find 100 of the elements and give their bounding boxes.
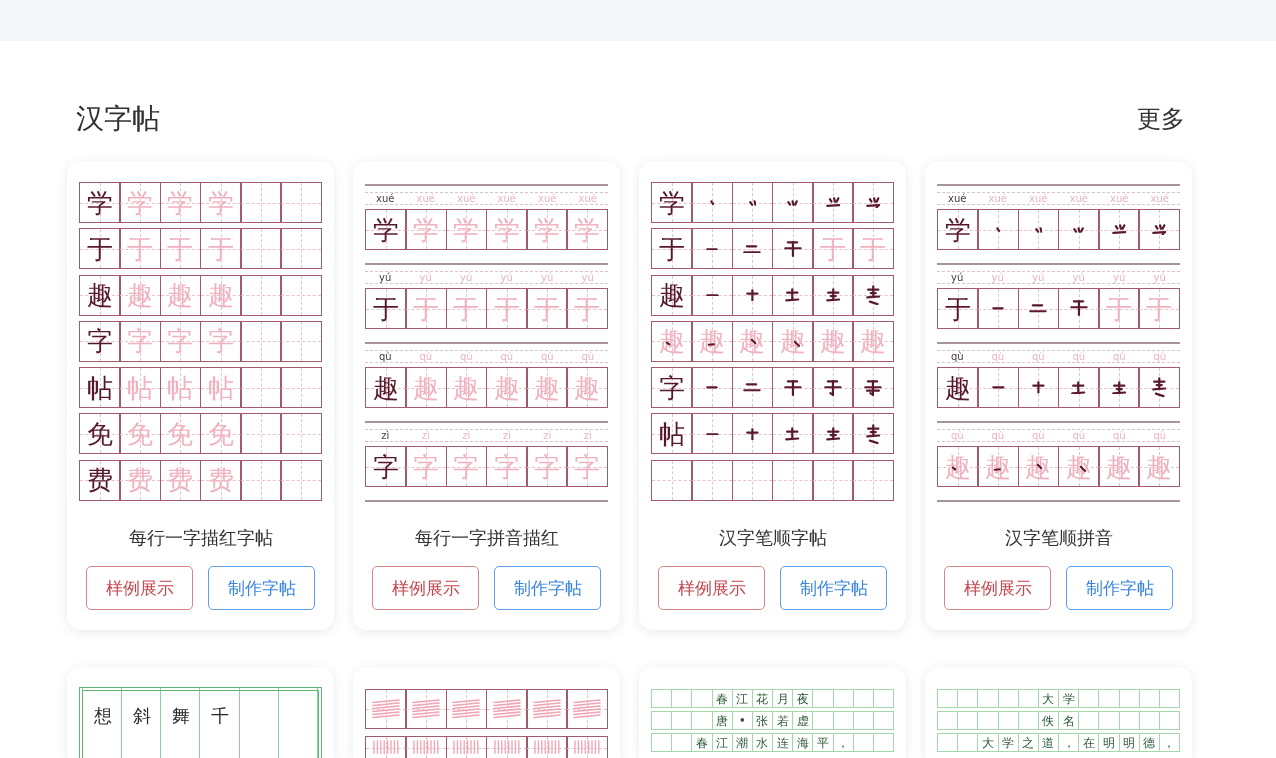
poem-character: 潮 [736, 735, 749, 750]
practice-box [280, 413, 322, 455]
brush-strokes-icon [1073, 226, 1085, 233]
trace-pinyin-text: zì [420, 429, 431, 442]
poem-character: 张 [756, 713, 769, 728]
brush-strokes-icon [825, 427, 841, 441]
model-character: 字 [372, 451, 399, 482]
trace-pinyin-text: qù [1071, 429, 1087, 442]
model-character: 学 [86, 187, 113, 218]
practice-box [977, 689, 999, 708]
trace-character: 字 [167, 326, 194, 357]
practice-box [280, 182, 322, 223]
model-character: 趣 [372, 372, 399, 403]
make-copybook-button[interactable]: 制作字帖 [208, 566, 315, 610]
brush-strokes-icon [745, 427, 759, 441]
model-character: 学 [944, 214, 971, 245]
model-character: 趣 [86, 280, 113, 311]
poem-character: 在 [1082, 735, 1095, 750]
poem-character: ， [837, 735, 850, 750]
brush-strokes-icon [709, 199, 715, 206]
vertical-strokes-icon [372, 740, 399, 754]
section-title: 汉字帖 [76, 100, 160, 137]
pinyin-text: xué [947, 192, 968, 205]
trace-character: 学 [453, 214, 480, 245]
trace-character: 于 [207, 233, 234, 264]
trace-character: 趣 [413, 372, 440, 403]
trace-character-with-inked-stroke: 趣 [1025, 451, 1052, 482]
practice-box [812, 459, 854, 501]
practice-box [731, 459, 774, 501]
practice-box [872, 689, 894, 708]
poem-character: 明 [1102, 735, 1115, 750]
practice-box [1158, 689, 1180, 708]
make-copybook-button[interactable]: 制作字帖 [494, 566, 601, 610]
brush-strokes-icon [1069, 300, 1088, 317]
trace-pinyin-text: qù [949, 429, 965, 442]
practice-box [997, 689, 1019, 708]
horizontal-strokes-icon [452, 699, 481, 719]
practice-box [1138, 711, 1160, 730]
practice-box [977, 711, 999, 730]
sample-preview-button[interactable]: 样例展示 [944, 566, 1051, 610]
sample-preview-button[interactable]: 样例展示 [658, 566, 765, 610]
brush-strokes-icon [785, 427, 800, 441]
trace-pinyin-text: yú [499, 271, 514, 284]
trace-character: 免 [207, 419, 234, 449]
trace-character: 趣 [127, 280, 154, 311]
poem-character: 学 [1002, 735, 1015, 750]
trace-character: 于 [860, 233, 887, 264]
trace-pinyin-text: yú [459, 271, 474, 284]
horizontal-strokes-icon [532, 699, 561, 719]
model-character: 趣 [944, 372, 971, 403]
poem-character: 连 [776, 735, 789, 750]
model-character: 于 [658, 233, 685, 264]
poem-character: • [738, 713, 746, 728]
practice-box [852, 689, 874, 708]
poem-character: ， [1062, 735, 1075, 750]
practice-box [280, 228, 322, 270]
character: 想 [93, 705, 112, 727]
trace-character: 字 [533, 451, 560, 482]
trace-character-with-inked-stroke: 趣 [779, 326, 806, 357]
practice-box [651, 459, 693, 501]
brush-strokes-icon [825, 197, 841, 208]
trace-pinyin-text: xué [456, 192, 477, 205]
more-link[interactable]: 更多 [1137, 102, 1185, 135]
trace-pinyin-text: yú [418, 271, 433, 284]
trace-pinyin-text: qù [1111, 350, 1127, 363]
trace-character: 于 [574, 293, 601, 324]
sample-preview-button[interactable]: 样例展示 [372, 566, 479, 610]
make-copybook-button[interactable]: 制作字帖 [1066, 566, 1173, 610]
brush-strokes-icon [864, 379, 883, 396]
brush-strokes-icon [787, 199, 799, 206]
practice-box [1158, 711, 1180, 730]
pinyin-text: yú [950, 271, 965, 284]
trace-character: 费 [127, 465, 154, 496]
trace-pinyin-text: xué [415, 192, 436, 205]
template-title: 汉字笔顺字帖 [717, 526, 828, 550]
poem-character: 之 [1022, 735, 1035, 750]
poem-character: 道 [1042, 735, 1055, 750]
brush-strokes-icon [825, 288, 841, 302]
brush-strokes-icon [705, 293, 719, 297]
brush-strokes-icon [1031, 381, 1045, 394]
sample-preview-button[interactable]: 样例展示 [86, 566, 193, 610]
trace-pinyin-text: zì [542, 429, 553, 442]
trace-character: 趣 [860, 326, 887, 357]
trace-character: 学 [207, 187, 234, 218]
trace-character: 费 [207, 465, 234, 496]
trace-pinyin-text: qù [418, 350, 434, 363]
trace-pinyin-text: yú [990, 271, 1005, 284]
practice-box [1118, 689, 1140, 708]
poem-character: ， [1163, 735, 1176, 750]
brush-strokes-icon [743, 244, 762, 254]
make-copybook-button[interactable]: 制作字帖 [780, 566, 887, 610]
brush-strokes-icon [706, 386, 719, 389]
model-character: 学 [658, 187, 685, 218]
trace-character: 学 [533, 214, 560, 245]
trace-pinyin-text: yú [1112, 271, 1127, 284]
brush-strokes-icon [865, 196, 881, 209]
trace-pinyin-text: qù [1071, 350, 1087, 363]
brush-strokes-icon [1111, 224, 1127, 235]
trace-character: 于 [819, 233, 846, 264]
trace-character: 于 [127, 233, 154, 264]
